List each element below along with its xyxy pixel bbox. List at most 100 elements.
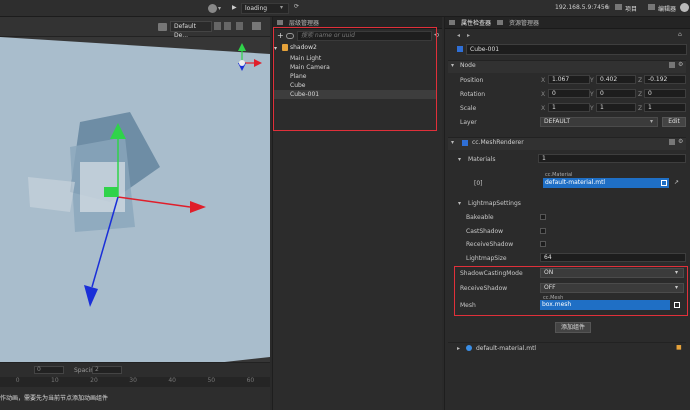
axis-x: X — [541, 77, 546, 84]
refresh-icon[interactable]: ⟳ — [294, 3, 299, 10]
folder-icon — [648, 4, 655, 10]
play-icon[interactable]: ▶ — [232, 4, 237, 11]
arrow-icon[interactable]: ↗ — [674, 179, 679, 186]
position-z-input[interactable]: -0.192 — [644, 75, 686, 84]
gear-icon[interactable]: ⚙ — [678, 61, 683, 68]
chevron-down-icon: ▾ — [218, 5, 222, 12]
bakeable-label: Bakeable — [466, 214, 494, 221]
rotation-z-input[interactable]: 0 — [644, 89, 686, 98]
toolbar-icon[interactable] — [224, 22, 231, 30]
scene-viewport[interactable] — [0, 17, 270, 410]
position-x-input[interactable]: 1.067 — [548, 75, 590, 84]
animation-hint: 作动画，需要先为当前节点添加动画组件 — [0, 395, 109, 402]
castshadow-checkbox[interactable] — [540, 228, 546, 234]
project-button[interactable]: 项目 — [625, 4, 637, 13]
back-icon[interactable]: ◂ — [457, 32, 460, 39]
lock-icon[interactable]: ⌂ — [678, 31, 682, 38]
highlight-box-inspector — [454, 266, 688, 316]
add-component-button[interactable]: 添加组件 — [555, 322, 591, 333]
chevron-down-icon: ▾ — [458, 200, 462, 207]
toolbar-icon[interactable] — [214, 22, 221, 30]
doc-icon[interactable] — [669, 62, 675, 68]
node-active-checkbox[interactable] — [457, 46, 463, 52]
top-toolbar: ▾ ▶ loading ▾ ⟳ 192.168.5.9:7456 ≋ 项目 编辑… — [0, 0, 690, 17]
materials-label: Materials — [468, 156, 496, 163]
plane-handle[interactable] — [104, 187, 118, 197]
chevron-right-icon: ▸ — [457, 345, 461, 352]
layer-select[interactable]: DEFAULT — [540, 117, 658, 127]
chevron-down-icon: ▾ — [451, 62, 455, 69]
timeline-panel: 0 Spacing: 2 0 10 20 30 40 50 60 作动画，需要先… — [0, 362, 270, 410]
spacing-input[interactable]: 2 — [92, 366, 122, 374]
rotation-label: Rotation — [460, 91, 486, 98]
ip-address: 192.168.5.9:7456 — [555, 4, 609, 11]
tab-inspector[interactable]: 属性检查器 — [461, 18, 491, 27]
forward-icon[interactable]: ▸ — [467, 32, 470, 39]
rotation-y-input[interactable]: 0 — [596, 89, 636, 98]
ruler-tick: 0 — [15, 377, 20, 384]
receiveshadow-label: ReceiveShadow — [466, 241, 514, 248]
component-title: cc.MeshRenderer — [472, 139, 524, 146]
globe-icon[interactable] — [208, 4, 217, 13]
position-label: Position — [460, 77, 484, 84]
materials-count-input[interactable]: 1 — [538, 154, 686, 163]
folder-icon — [497, 20, 504, 25]
scene-panel[interactable]: Default De... 0 Spacing: 2 0 10 20 30 40… — [0, 17, 270, 410]
component-enabled-checkbox[interactable] — [462, 140, 468, 146]
scene-toolbar: Default De... — [0, 17, 270, 39]
node-name-input[interactable]: Cube-001 — [466, 44, 687, 55]
view-select[interactable]: Default De... — [170, 21, 212, 39]
ruler-tick: 50 — [207, 377, 216, 384]
layer-edit-button[interactable]: Edit — [662, 117, 686, 127]
scale-label: Scale — [460, 105, 477, 112]
camera-icon[interactable] — [252, 22, 261, 30]
chevron-down-icon: ▾ — [280, 4, 284, 11]
frame-input[interactable]: 0 — [34, 366, 64, 374]
materials-index: [0] — [474, 180, 483, 187]
bakeable-checkbox[interactable] — [540, 214, 546, 220]
editor-button[interactable]: 编辑器 — [658, 4, 676, 13]
castshadow-label: CastShadow — [466, 228, 504, 235]
rotation-x-input[interactable]: 0 — [548, 89, 590, 98]
layer-label: Layer — [460, 119, 477, 126]
scale-y-input[interactable]: 1 — [596, 103, 636, 112]
axis-z: Z — [638, 77, 643, 84]
ruler-tick: 30 — [129, 377, 137, 384]
toolbar-icon[interactable] — [236, 22, 243, 30]
tab-assets[interactable]: 资源管理器 — [509, 18, 539, 27]
lightmapsize-input[interactable]: 64 — [540, 253, 686, 262]
doc-icon[interactable] — [669, 139, 675, 145]
axis-z: Z — [638, 105, 643, 112]
ruler-tick: 40 — [168, 377, 176, 384]
chevron-down-icon: ▾ — [458, 156, 462, 163]
ground-plane — [0, 37, 270, 387]
ruler-tick: 20 — [90, 377, 98, 384]
list-icon — [277, 20, 283, 25]
axis-y: Y — [590, 77, 594, 84]
wifi-icon: ≋ — [605, 4, 611, 11]
node-section-header[interactable] — [448, 60, 686, 73]
node-section-title: Node — [460, 62, 476, 69]
lightmapsize-label: LightmapSize — [466, 255, 507, 262]
material-asset-field[interactable]: default-material.mtl — [543, 178, 669, 188]
timeline-ruler[interactable]: 0 10 20 30 40 50 60 — [0, 377, 270, 387]
position-y-input[interactable]: 0.402 — [596, 75, 636, 84]
axis-y: Y — [590, 91, 594, 98]
material-icon — [466, 345, 472, 351]
gear-icon[interactable]: ⚙ — [678, 138, 683, 145]
avatar[interactable] — [680, 3, 689, 12]
axis-y: Y — [590, 105, 594, 112]
inspector-tabs: 属性检查器 资源管理器 — [445, 17, 690, 29]
ruler-tick: 60 — [246, 377, 255, 384]
receiveshadow-checkbox[interactable] — [540, 241, 546, 247]
scale-z-input[interactable]: 1 — [644, 103, 686, 112]
locate-icon[interactable] — [661, 180, 667, 186]
chevron-down-icon: ▾ — [451, 139, 455, 146]
info-icon — [449, 20, 455, 25]
scale-x-input[interactable]: 1 — [548, 103, 590, 112]
lock-icon[interactable]: ■ — [676, 344, 682, 351]
folder-icon — [615, 4, 622, 10]
camera-icon[interactable] — [158, 23, 167, 31]
lightmap-section-title: LightmapSettings — [468, 200, 521, 207]
axis-z: Z — [638, 91, 643, 98]
